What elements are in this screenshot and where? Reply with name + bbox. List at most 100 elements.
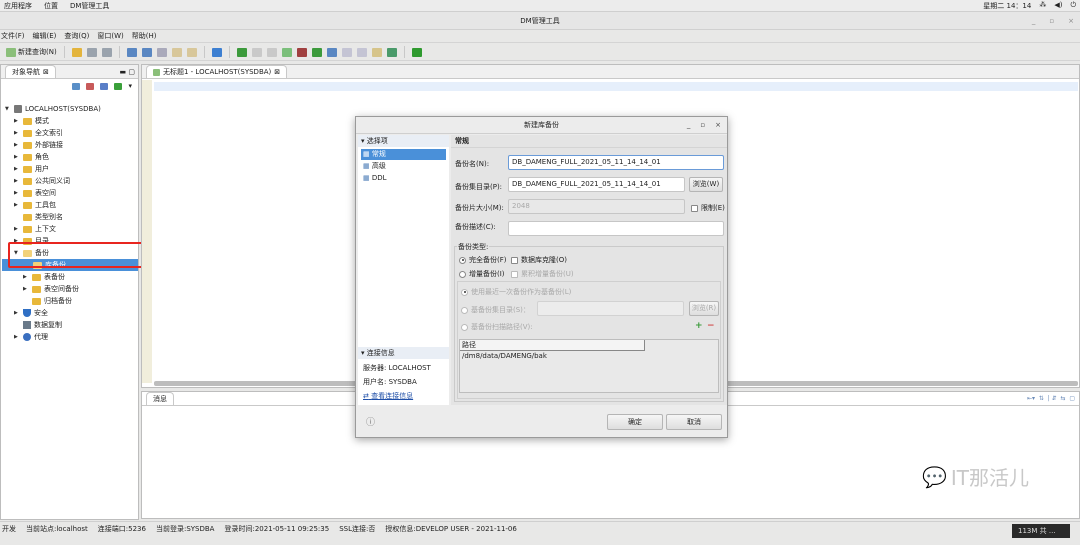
undo-icon[interactable] (126, 47, 137, 57)
browse-r-button[interactable]: 浏览(R) (689, 301, 719, 316)
menu-query[interactable]: 查询(Q) (64, 31, 89, 41)
run-selection-icon[interactable] (251, 47, 262, 57)
use-recent-radio[interactable]: 使用最近一次备份作为基备份(L) (461, 287, 571, 297)
commit-icon[interactable] (311, 47, 322, 57)
remove-path-icon[interactable]: − (707, 321, 715, 331)
limit-checkbox[interactable]: 限制(E) (691, 203, 725, 213)
rollback-icon[interactable] (326, 47, 337, 57)
disconnect-icon[interactable] (86, 82, 95, 90)
refresh-icon[interactable] (100, 82, 109, 90)
option-general[interactable]: ▦ 常规 (361, 149, 446, 160)
message-toolbar-icons[interactable]: ⇤▾ ⇅ | ⇵ ⇆ ▢ (1027, 395, 1075, 402)
minimize-maximize-icons[interactable]: ▬ ▢ (120, 68, 135, 76)
base-dir-radio[interactable]: 基备份集目录(S)： (461, 305, 530, 315)
tree-item[interactable]: ▶ 用户 (14, 163, 49, 175)
minimize-button[interactable]: _ (1032, 12, 1036, 30)
sql-editor-current-line[interactable] (154, 82, 1078, 91)
option-advanced[interactable]: ▦ 高级 (361, 161, 446, 172)
tree-item[interactable]: ▶ 代理 (14, 331, 48, 343)
volume-icon[interactable]: ◀) (1054, 1, 1062, 11)
dialog-maximize-button[interactable]: ▫ (700, 117, 705, 134)
tree-item[interactable]: ▶ 模式 (14, 115, 49, 127)
tree-item[interactable]: 数据复制 (14, 319, 62, 331)
network-icon[interactable]: ⁂ (1039, 1, 1046, 11)
chevron-right-icon[interactable]: ▶ (23, 274, 29, 280)
step-icon[interactable] (266, 47, 277, 57)
cancel-button[interactable]: 取消 (666, 414, 722, 430)
dialog-minimize-button[interactable]: _ (687, 117, 691, 134)
path-column-header[interactable]: 路径 (460, 340, 645, 351)
run-script-icon[interactable] (281, 47, 292, 57)
tree-item[interactable]: ▶ 表备份 (23, 271, 65, 283)
redo-icon[interactable] (141, 47, 152, 57)
active-app-menu[interactable]: DM管理工具 (70, 1, 109, 11)
run-icon[interactable] (236, 47, 247, 57)
chevron-right-icon[interactable]: ▶ (14, 154, 20, 160)
add-path-icon[interactable]: + (695, 321, 703, 331)
tree-item[interactable]: ▶ 安全 (14, 307, 48, 319)
chevron-right-icon[interactable]: ▶ (14, 118, 20, 124)
option-ddl[interactable]: ▦ DDL (361, 173, 446, 184)
memory-indicator[interactable]: 113M 共 ... (1012, 524, 1070, 538)
path-row[interactable]: /dm8/data/DAMENG/bak (460, 351, 718, 361)
chevron-right-icon[interactable]: ▶ (14, 310, 20, 316)
chevron-right-icon[interactable]: ▶ (23, 286, 29, 292)
browse-w-button[interactable]: 浏览(W) (689, 177, 723, 192)
chevron-down-icon[interactable]: ▼ (5, 106, 11, 112)
places-menu[interactable]: 位置 (44, 1, 58, 11)
tree-item[interactable]: ▶ 工具包 (14, 199, 56, 211)
paste-icon[interactable] (186, 47, 197, 57)
debug-icon[interactable] (386, 47, 397, 57)
base-scan-radio[interactable]: 基备份扫描路径(V): (461, 322, 533, 332)
tab-messages[interactable]: 消息 (146, 392, 174, 405)
view-menu-icon[interactable]: ▾ (128, 82, 132, 90)
tree-item[interactable]: ▶ 全文索引 (14, 127, 63, 139)
home-icon[interactable] (211, 47, 222, 57)
chevron-right-icon[interactable]: ▶ (14, 190, 20, 196)
ok-button[interactable]: 确定 (607, 414, 663, 430)
full-backup-radio[interactable]: 完全备份(F) (459, 255, 507, 265)
tree-item[interactable]: ▶ 角色 (14, 151, 49, 163)
description-input[interactable] (508, 221, 724, 236)
chevron-right-icon[interactable]: ▶ (14, 226, 20, 232)
incremental-backup-radio[interactable]: 增量备份(I) (459, 269, 505, 279)
open-icon[interactable] (71, 47, 82, 57)
copy-icon[interactable] (171, 47, 182, 57)
tree-item[interactable]: ▼ LOCALHOST(SYSDBA) (5, 103, 101, 115)
stop-icon[interactable] (296, 47, 307, 57)
collapse-icon[interactable] (114, 82, 123, 90)
save-icon[interactable] (86, 47, 97, 57)
backup-name-input[interactable]: DB_DAMENG_FULL_2021_05_11_14_14_01 (508, 155, 724, 170)
agent-icon[interactable] (411, 47, 422, 57)
help-icon[interactable]: ⓘ (366, 415, 375, 428)
power-icon[interactable]: ⏻ (1070, 1, 1076, 11)
maximize-button[interactable]: ▫ (1049, 12, 1054, 30)
comment-icon[interactable] (371, 47, 382, 57)
tab-untitled-query[interactable]: 无标题1 - LOCALHOST(SYSDBA) ⊠ (146, 65, 288, 78)
tree-item[interactable]: 类型别名 (14, 211, 63, 223)
menu-file[interactable]: 文件(F) (1, 31, 25, 41)
view-connection-info-link[interactable]: ⇄ 查看连接信息 (363, 391, 413, 401)
menu-edit[interactable]: 编辑(E) (33, 31, 57, 41)
close-icon[interactable]: ⊠ (274, 68, 280, 76)
chevron-right-icon[interactable]: ▶ (14, 142, 20, 148)
cut-icon[interactable] (156, 47, 167, 57)
applications-menu[interactable]: 应用程序 (4, 1, 32, 11)
clone-checkbox[interactable]: 数据库克隆(O) (511, 255, 567, 265)
menu-help[interactable]: 帮助(H) (132, 31, 157, 41)
format-icon[interactable] (356, 47, 367, 57)
tree-item[interactable]: ▶ 公共同义词 (14, 175, 70, 187)
chevron-right-icon[interactable]: ▶ (14, 334, 20, 340)
tab-object-navigator[interactable]: 对象导航 ⊠ (5, 65, 56, 78)
new-query-button[interactable]: 新建查询(N) (6, 47, 57, 57)
cumulative-checkbox[interactable]: 累积增量备份(U) (511, 269, 574, 279)
tree-item[interactable]: ▶ 表空间备份 (23, 283, 79, 295)
piece-size-input[interactable]: 2048 (508, 199, 685, 214)
backup-dir-input[interactable]: DB_DAMENG_FULL_2021_05_11_14_14_01 (508, 177, 685, 192)
connect-icon[interactable] (72, 82, 81, 90)
clock[interactable]: 星期二 14：14 (983, 1, 1031, 11)
tree-item[interactable]: 归档备份 (23, 295, 72, 307)
close-button[interactable]: × (1068, 12, 1074, 30)
save-all-icon[interactable] (101, 47, 112, 57)
menu-window[interactable]: 窗口(W) (97, 31, 123, 41)
